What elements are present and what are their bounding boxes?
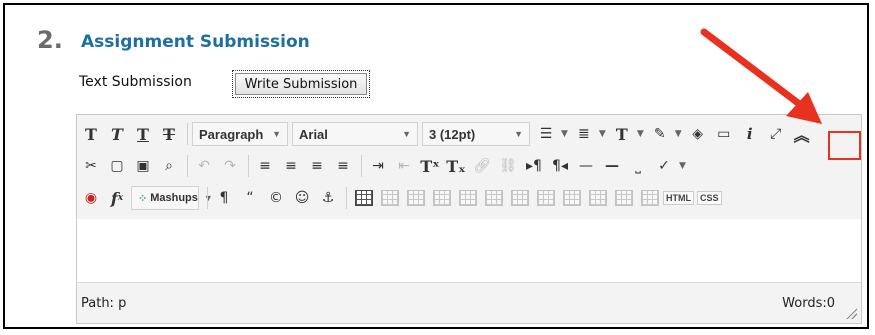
redo-icon[interactable]: ↷	[218, 153, 242, 179]
insert-col-after-icon[interactable]	[537, 190, 555, 206]
insert-table-icon[interactable]	[355, 190, 373, 206]
undo-icon[interactable]: ↶	[192, 153, 216, 179]
nonbreaking-line-icon[interactable]: —	[600, 153, 624, 179]
chevron-down-icon[interactable]: ▼	[637, 129, 644, 139]
bullet-list-icon[interactable]: ☰	[534, 121, 558, 147]
write-submission-button-label: Write Submission	[235, 73, 367, 95]
delete-row-icon[interactable]	[485, 190, 503, 206]
section-title: Assignment Submission	[81, 32, 310, 52]
element-path: Path: p	[81, 296, 127, 311]
insert-row-after-icon[interactable]	[459, 190, 477, 206]
chevron-down-icon[interactable]: ▼	[675, 129, 682, 139]
indent-icon[interactable]: ⇥	[366, 153, 390, 179]
toolbar-separator	[187, 155, 188, 177]
align-center-icon[interactable]: ≡	[279, 153, 303, 179]
editor-content-area[interactable]	[77, 219, 861, 285]
bold-icon[interactable]: T	[79, 121, 103, 147]
table-props-icon[interactable]	[641, 190, 659, 206]
align-right-icon[interactable]: ≡	[305, 153, 329, 179]
merge-cells-icon[interactable]	[615, 190, 633, 206]
ltr-direction-icon[interactable]: ▸¶	[522, 153, 546, 179]
toolbar-separator	[207, 187, 208, 209]
link-icon[interactable]: 🔗︎	[470, 153, 494, 179]
insert-col-before-icon[interactable]	[511, 190, 529, 206]
css-source-button[interactable]: CSS	[697, 191, 722, 205]
text-submission-label: Text Submission	[79, 74, 192, 90]
split-cells-icon[interactable]	[589, 190, 607, 206]
format-block-dropdown[interactable]: Paragraph ▼	[192, 122, 288, 146]
font-family-dropdown[interactable]: Arial ▼	[292, 122, 418, 146]
highlight-marker-icon[interactable]: ✎	[648, 121, 672, 147]
paste-icon[interactable]: ▣	[131, 153, 155, 179]
insert-row-before-icon[interactable]	[433, 190, 451, 206]
table-row-props-icon[interactable]	[381, 190, 399, 206]
anchor-icon[interactable]: ⚓	[316, 185, 340, 211]
chevron-down-icon[interactable]: ▼	[599, 129, 606, 139]
editor-status-bar: Path: p Words:0	[77, 282, 861, 323]
subscript-icon[interactable]: Tₓ	[444, 153, 468, 179]
unlink-icon[interactable]: ⛓	[496, 153, 520, 179]
align-justify-icon[interactable]: ≡	[331, 153, 355, 179]
text-color-icon[interactable]: T	[610, 121, 634, 147]
chevron-down-icon[interactable]: ▼	[679, 161, 686, 171]
paragraph-mark-icon[interactable]: ¶	[212, 185, 236, 211]
blockquote-icon[interactable]: “	[238, 185, 262, 211]
word-count: Words:0	[782, 296, 835, 311]
resize-grip-icon[interactable]	[845, 307, 857, 319]
numbered-list-icon[interactable]: ≣	[572, 121, 596, 147]
toolbar-separator	[248, 155, 249, 177]
toolbar-separator	[361, 155, 362, 177]
html-source-button[interactable]: HTML	[663, 191, 694, 205]
delete-col-icon[interactable]	[563, 190, 581, 206]
cut-icon[interactable]: ✂	[79, 153, 103, 179]
spellcheck-icon[interactable]: ✓	[652, 153, 676, 179]
chevron-down-icon[interactable]: ▼	[561, 129, 568, 139]
font-size-dropdown[interactable]: 3 (12pt) ▼	[422, 122, 530, 146]
toolbar-separator	[187, 123, 188, 145]
copy-icon[interactable]: ▢	[105, 153, 129, 179]
outdent-icon[interactable]: ⇤	[392, 153, 416, 179]
text-editor: T T T T Paragraph ▼ Arial ▼ 3 (12pt) ▼ ☰ ▼ ≣…	[76, 114, 862, 324]
step-number: 2.	[37, 26, 63, 54]
find-icon[interactable]: ⌕	[157, 153, 181, 179]
formula-icon[interactable]: fx	[105, 185, 129, 211]
table-cell-props-icon[interactable]	[407, 190, 425, 206]
strikethrough-icon[interactable]: T	[157, 121, 181, 147]
copyright-icon[interactable]: ©	[264, 185, 288, 211]
italic-icon[interactable]: T	[105, 121, 129, 147]
rtl-direction-icon[interactable]: ¶◂	[548, 153, 572, 179]
nonbreaking-space-icon[interactable]: ⎵	[626, 153, 650, 179]
superscript-icon[interactable]: Tˣ	[418, 153, 442, 179]
toolbar-separator	[346, 187, 347, 209]
annotation-arrow-icon	[700, 28, 822, 124]
record-icon[interactable]: ◉	[79, 185, 103, 211]
mashups-dropdown[interactable]: ⁘ Mashups ▼	[131, 186, 213, 210]
align-left-icon[interactable]: ≡	[253, 153, 277, 179]
write-submission-button[interactable]: Write Submission	[232, 70, 370, 98]
emoticon-icon[interactable]: ☺	[290, 185, 314, 211]
horizontal-rule-icon[interactable]: —	[574, 153, 598, 179]
underline-icon[interactable]: T	[131, 121, 155, 147]
